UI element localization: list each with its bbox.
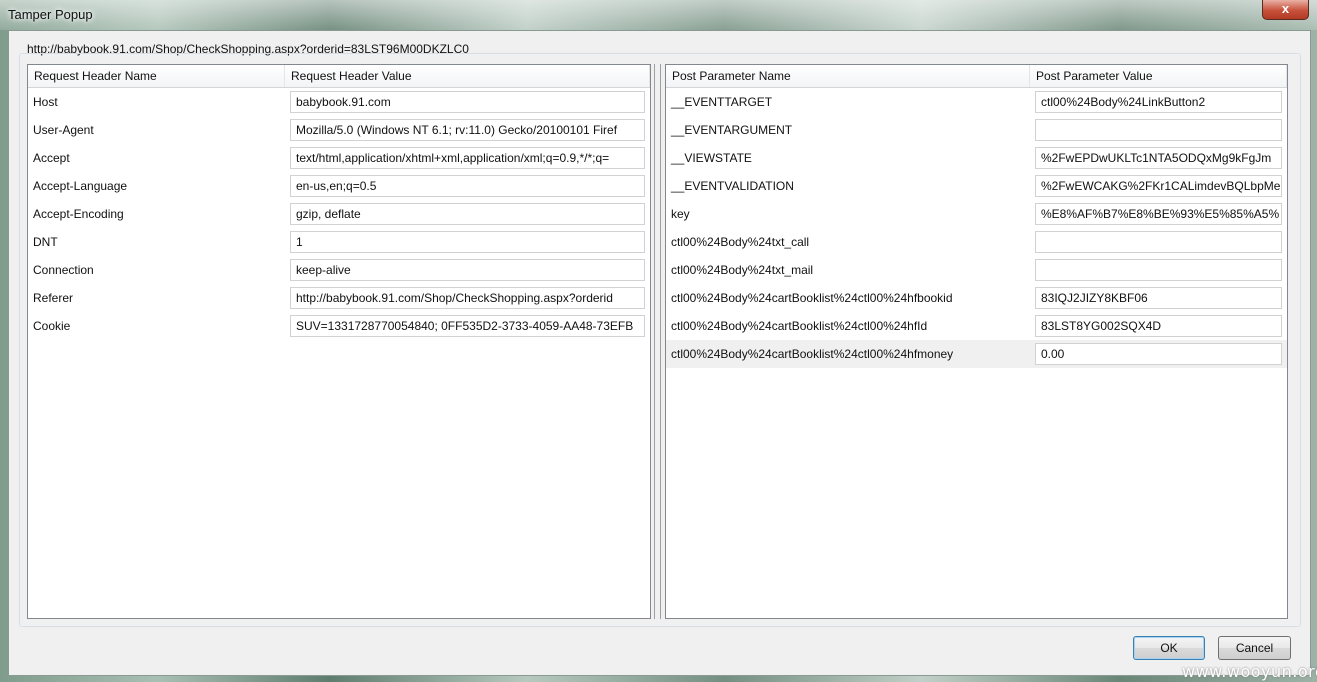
param-row: __EVENTTARGET ctl00%24Body%24LinkButton2 [666, 88, 1287, 116]
header-value-input[interactable]: http://babybook.91.com/Shop/CheckShoppin… [290, 287, 645, 309]
ok-button[interactable]: OK [1133, 636, 1205, 660]
header-row: Referer http://babybook.91.com/Shop/Chec… [28, 284, 650, 312]
request-headers-column-header: Request Header Name Request Header Value [28, 65, 650, 88]
header-name: Connection [33, 263, 94, 277]
column-header-param-value[interactable]: Post Parameter Value [1030, 65, 1287, 87]
param-value-input[interactable]: 0.00 [1035, 343, 1282, 365]
header-value-input[interactable]: SUV=1331728770054840; 0FF535D2-3733-4059… [290, 315, 645, 337]
header-name: Accept [33, 151, 70, 165]
param-value-input[interactable]: %2FwEPDwUKLTc1NTA5ODQxMg9kFgJm [1035, 147, 1282, 169]
param-name: __EVENTTARGET [671, 95, 773, 109]
param-row: ctl00%24Body%24txt_mail [666, 256, 1287, 284]
param-row: ctl00%24Body%24cartBooklist%24ctl00%24hf… [666, 312, 1287, 340]
post-parameters-panel: Post Parameter Name Post Parameter Value… [665, 64, 1288, 619]
param-value-input[interactable] [1035, 259, 1282, 281]
param-name: __EVENTVALIDATION [671, 179, 794, 193]
post-parameters-column-header: Post Parameter Name Post Parameter Value [666, 65, 1287, 88]
header-name: Accept-Language [33, 179, 128, 193]
header-value-input[interactable]: babybook.91.com [290, 91, 645, 113]
window-title: Tamper Popup [8, 7, 93, 22]
request-headers-panel: Request Header Name Request Header Value… [27, 64, 651, 619]
header-value-input[interactable]: Mozilla/5.0 (Windows NT 6.1; rv:11.0) Ge… [290, 119, 645, 141]
watermark: www.wooyun.org [1182, 662, 1317, 681]
param-name: __EVENTARGUMENT [671, 123, 793, 137]
header-name: Host [33, 95, 58, 109]
header-value-input[interactable]: 1 [290, 231, 645, 253]
header-row: Connection keep-alive [28, 256, 650, 284]
param-name: key [671, 207, 690, 221]
header-name: Referer [33, 291, 74, 305]
header-row: Cookie SUV=1331728770054840; 0FF535D2-37… [28, 312, 650, 340]
param-row: key %E8%AF%B7%E8%BE%93%E5%85%A5% [666, 200, 1287, 228]
param-value-input[interactable]: %2FwEWCAKG%2FKr1CALimdevBQLbpMe [1035, 175, 1282, 197]
header-row: Accept-Encoding gzip, deflate [28, 200, 650, 228]
header-row: Accept text/html,application/xhtml+xml,a… [28, 144, 650, 172]
cancel-button[interactable]: Cancel [1218, 636, 1291, 660]
header-name: DNT [33, 235, 58, 249]
header-value-input[interactable]: keep-alive [290, 259, 645, 281]
param-value-input[interactable] [1035, 119, 1282, 141]
header-name: User-Agent [33, 123, 94, 137]
header-value-input[interactable]: gzip, deflate [290, 203, 645, 225]
param-name: ctl00%24Body%24txt_mail [671, 263, 814, 277]
param-row-selected[interactable]: ctl00%24Body%24cartBooklist%24ctl00%24hf… [666, 340, 1287, 368]
header-row: Host babybook.91.com [28, 88, 650, 116]
param-name: __VIEWSTATE [671, 151, 752, 165]
header-row: DNT 1 [28, 228, 650, 256]
header-row: User-Agent Mozilla/5.0 (Windows NT 6.1; … [28, 116, 650, 144]
param-value-input[interactable]: 83IQJ2JIZY8KBF06 [1035, 287, 1282, 309]
close-button[interactable]: x [1262, 0, 1309, 20]
column-header-param-name[interactable]: Post Parameter Name [666, 65, 1030, 87]
param-row: __EVENTVALIDATION %2FwEWCAKG%2FKr1CALimd… [666, 172, 1287, 200]
param-value-input[interactable]: %E8%AF%B7%E8%BE%93%E5%85%A5% [1035, 203, 1282, 225]
column-header-name[interactable]: Request Header Name [28, 65, 285, 87]
header-row: Accept-Language en-us,en;q=0.5 [28, 172, 650, 200]
param-value-input[interactable]: 83LST8YG002SQX4D [1035, 315, 1282, 337]
header-name: Accept-Encoding [33, 207, 124, 221]
header-value-input[interactable]: en-us,en;q=0.5 [290, 175, 645, 197]
param-name: ctl00%24Body%24cartBooklist%24ctl00%24hf… [671, 347, 954, 361]
header-value-input[interactable]: text/html,application/xhtml+xml,applicat… [290, 147, 645, 169]
param-row: __EVENTARGUMENT [666, 116, 1287, 144]
param-name: ctl00%24Body%24cartBooklist%24ctl00%24hf… [671, 291, 953, 305]
param-name: ctl00%24Body%24cartBooklist%24ctl00%24hf… [671, 319, 928, 333]
param-value-input[interactable] [1035, 231, 1282, 253]
window-titlebar[interactable]: Tamper Popup x [0, 0, 1317, 30]
column-header-value[interactable]: Request Header Value [285, 65, 650, 87]
param-name: ctl00%24Body%24txt_call [671, 235, 810, 249]
param-row: ctl00%24Body%24txt_call [666, 228, 1287, 256]
param-value-input[interactable]: ctl00%24Body%24LinkButton2 [1035, 91, 1282, 113]
param-row: __VIEWSTATE %2FwEPDwUKLTc1NTA5ODQxMg9kFg… [666, 144, 1287, 172]
param-row: ctl00%24Body%24cartBooklist%24ctl00%24hf… [666, 284, 1287, 312]
header-name: Cookie [33, 319, 71, 333]
panel-splitter[interactable] [654, 64, 661, 619]
dialog-client-area: http://babybook.91.com/Shop/CheckShoppin… [8, 30, 1311, 676]
